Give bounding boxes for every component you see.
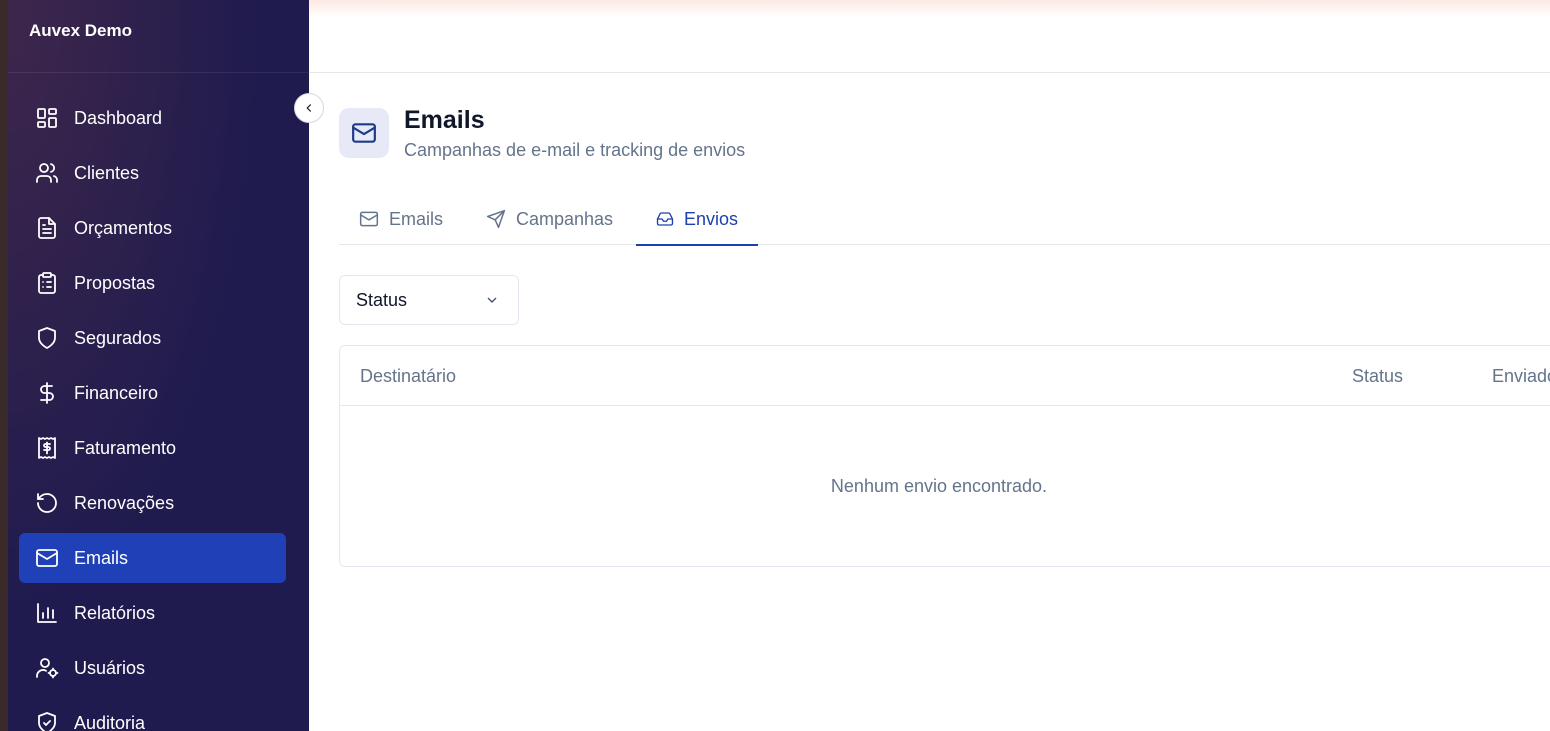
mail-icon bbox=[35, 546, 59, 570]
sidebar-item-emails[interactable]: Emails bbox=[19, 533, 286, 583]
tab-campanhas[interactable]: Campanhas bbox=[466, 193, 636, 245]
tab-label: Emails bbox=[389, 208, 444, 229]
sidebar-item-label: Segurados bbox=[74, 327, 162, 348]
top-bar bbox=[309, 0, 1550, 73]
sidebar-item-segurados[interactable]: Segurados bbox=[19, 313, 286, 363]
rotate-ccw-icon bbox=[35, 491, 59, 515]
sidebar-item-renovacoes[interactable]: Renovações bbox=[19, 478, 286, 528]
sidebar-item-label: Dashboard bbox=[74, 107, 163, 128]
sidebar-item-financeiro[interactable]: Financeiro bbox=[19, 368, 286, 418]
column-header-enviado: Enviado bbox=[1492, 366, 1550, 386]
mail-icon bbox=[359, 211, 379, 227]
sidebar-item-dashboard[interactable]: Dashboard bbox=[19, 93, 286, 143]
inbox-icon bbox=[656, 212, 674, 226]
sidebar-collapse-button[interactable] bbox=[294, 93, 324, 123]
mail-icon bbox=[352, 123, 376, 143]
sidebar-item-auditoria[interactable]: Auditoria bbox=[19, 698, 286, 731]
sidebar-item-label: Faturamento bbox=[74, 437, 177, 458]
user-cog-icon bbox=[35, 656, 59, 680]
status-filter-select[interactable]: Status bbox=[339, 275, 519, 325]
send-icon bbox=[486, 209, 506, 229]
brand-divider bbox=[8, 72, 309, 73]
column-header-status: Status bbox=[1352, 366, 1404, 386]
sidebar-item-label: Usuários bbox=[74, 657, 146, 678]
empty-state-message: Nenhum envio encontrado. bbox=[830, 476, 1048, 496]
sidebar-item-label: Clientes bbox=[74, 162, 140, 183]
sidebar: Auvex Demo Dashboard Clientes Orçamentos… bbox=[0, 0, 309, 731]
column-header-destinatario: Destinatário bbox=[360, 366, 457, 386]
sidebar-item-label: Propostas bbox=[74, 272, 156, 293]
sidebar-item-relatorios[interactable]: Relatórios bbox=[19, 588, 286, 638]
sidebar-nav: Dashboard Clientes Orçamentos Propostas … bbox=[19, 93, 286, 731]
table-header: Destinatário Status Enviado bbox=[340, 346, 1550, 406]
file-text-icon bbox=[35, 216, 59, 240]
status-filter-label: Status bbox=[356, 289, 408, 310]
bar-chart-icon bbox=[35, 601, 59, 625]
sidebar-item-label: Relatórios bbox=[74, 602, 156, 623]
tab-envios[interactable]: Envios bbox=[636, 193, 758, 246]
dashboard-icon bbox=[35, 106, 59, 130]
sidebar-item-label: Emails bbox=[74, 547, 129, 568]
sidebar-item-usuarios[interactable]: Usuários bbox=[19, 643, 286, 693]
sidebar-item-clientes[interactable]: Clientes bbox=[19, 148, 286, 198]
dollar-icon bbox=[35, 381, 59, 405]
sidebar-item-label: Financeiro bbox=[74, 382, 159, 403]
receipt-icon bbox=[35, 436, 59, 460]
tab-emails[interactable]: Emails bbox=[339, 193, 466, 245]
page-title: Emails bbox=[404, 106, 485, 134]
users-icon bbox=[35, 161, 59, 185]
chevron-left-icon bbox=[306, 104, 312, 112]
shield-check-icon bbox=[35, 711, 59, 731]
envios-table: Destinatário Status Enviado Nenhum envio… bbox=[339, 345, 1550, 567]
tab-label: Campanhas bbox=[516, 208, 614, 229]
shield-icon bbox=[35, 326, 59, 350]
chevron-down-icon bbox=[487, 297, 497, 303]
page-subtitle: Campanhas de e-mail e tracking de envios bbox=[404, 140, 746, 160]
tab-label: Envios bbox=[683, 208, 738, 229]
tab-bar: Emails Campanhas Envios bbox=[339, 193, 1550, 246]
brand-name: Auvex Demo bbox=[29, 21, 132, 40]
sidebar-item-label: Renovações bbox=[74, 492, 175, 513]
sidebar-item-label: Orçamentos bbox=[74, 217, 173, 238]
sidebar-item-faturamento[interactable]: Faturamento bbox=[19, 423, 286, 473]
sidebar-item-label: Auditoria bbox=[74, 712, 146, 731]
clipboard-list-icon bbox=[35, 271, 59, 295]
sidebar-item-propostas[interactable]: Propostas bbox=[19, 258, 286, 308]
page-header-icon bbox=[339, 108, 389, 158]
sidebar-item-orcamentos[interactable]: Orçamentos bbox=[19, 203, 286, 253]
